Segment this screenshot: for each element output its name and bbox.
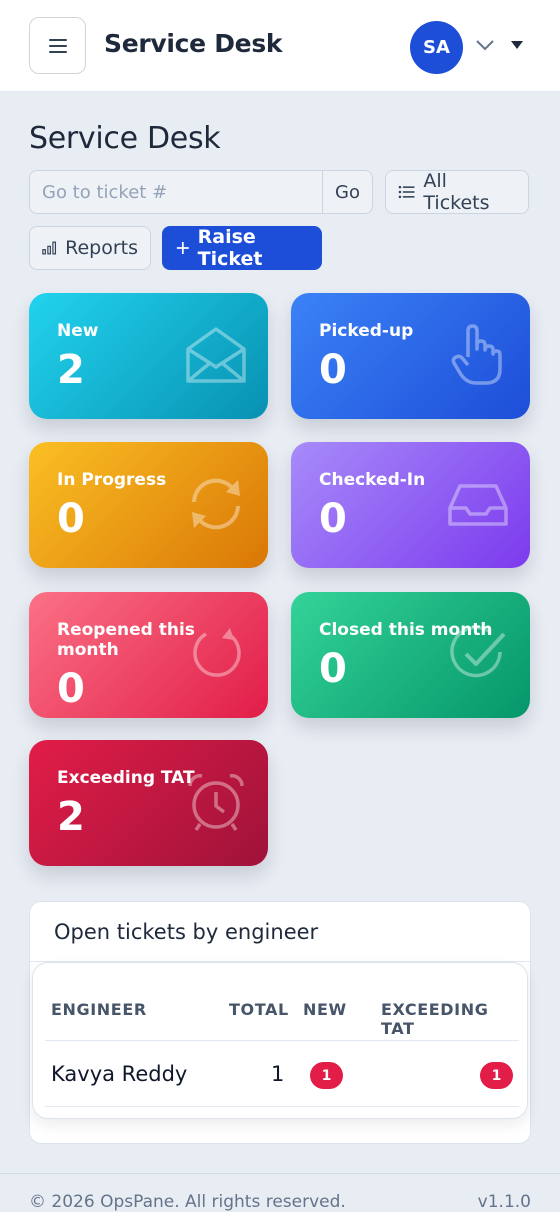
ticket-search-input[interactable] xyxy=(29,170,322,214)
hand-pointer-icon xyxy=(451,324,502,385)
footer-version: v1.1.0 xyxy=(477,1192,531,1212)
panel-title: Open tickets by engineer xyxy=(54,920,319,944)
plus-icon xyxy=(176,242,189,254)
column-header-total: TOTAL xyxy=(229,1000,289,1019)
hamburger-icon xyxy=(48,38,67,53)
status-card-checked-in[interactable]: Checked-In 0 xyxy=(291,442,530,568)
status-card-picked-up[interactable]: Picked-up 0 xyxy=(291,293,530,419)
status-card-closed[interactable]: Closed this month 0 xyxy=(291,592,530,718)
divider xyxy=(45,1040,519,1041)
reopen-circle-icon xyxy=(193,628,241,677)
caret-down-icon[interactable] xyxy=(510,40,524,50)
status-card-new[interactable]: New 2 xyxy=(29,293,268,419)
top-bar: Service Desk SA xyxy=(0,0,560,92)
reports-label: Reports xyxy=(65,237,138,259)
ticket-search-group: Go xyxy=(29,170,373,214)
alarm-clock-icon xyxy=(188,774,244,831)
raise-ticket-label: Raise Ticket xyxy=(197,226,263,270)
list-icon xyxy=(398,185,415,199)
divider xyxy=(45,1106,519,1107)
go-button[interactable]: Go xyxy=(322,170,373,214)
status-card-in-progress[interactable]: In Progress 0 xyxy=(29,442,268,568)
page-title: Service Desk xyxy=(29,121,221,156)
all-tickets-label: All Tickets xyxy=(423,170,490,214)
check-circle-icon xyxy=(450,625,506,678)
raise-ticket-button[interactable]: Raise Ticket xyxy=(162,226,322,270)
status-card-exceeding-tat[interactable]: Exceeding TAT 2 xyxy=(29,740,268,866)
footer-divider xyxy=(0,1173,560,1174)
engineer-panel: Open tickets by engineer ENGINEER TOTAL … xyxy=(29,901,531,1144)
column-header-engineer: ENGINEER xyxy=(51,1000,147,1019)
engineer-name[interactable]: Kavya Reddy xyxy=(51,1062,187,1086)
app-title: Service Desk xyxy=(104,29,283,58)
exceeding-tat-badge[interactable]: 1 xyxy=(480,1062,513,1089)
inbox-icon xyxy=(448,484,508,526)
total-count: 1 xyxy=(271,1062,285,1086)
envelope-open-icon xyxy=(186,327,246,383)
refresh-icon xyxy=(192,478,240,530)
column-header-new: NEW xyxy=(303,1000,347,1019)
reports-button[interactable]: Reports xyxy=(29,226,151,270)
status-card-reopened[interactable]: Reopened this month 0 xyxy=(29,592,268,718)
bar-chart-icon xyxy=(42,241,57,255)
menu-button[interactable] xyxy=(29,17,86,74)
chevron-down-icon[interactable] xyxy=(475,38,495,52)
engineer-table: ENGINEER TOTAL NEW EXCEEDING TAT Kavya R… xyxy=(32,962,528,1119)
footer-copyright: © 2026 OpsPane. All rights reserved. xyxy=(29,1192,346,1212)
column-header-exceeding-tat: EXCEEDING TAT xyxy=(381,1000,489,1038)
new-count-badge[interactable]: 1 xyxy=(310,1062,343,1089)
all-tickets-button[interactable]: All Tickets xyxy=(385,170,529,214)
user-avatar[interactable]: SA xyxy=(410,21,463,74)
